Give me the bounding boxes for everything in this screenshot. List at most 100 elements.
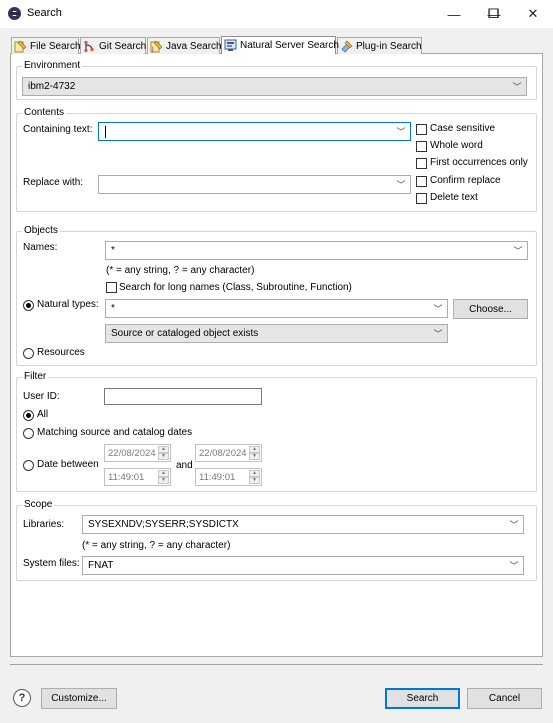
down-arrow-icon[interactable]: ▼ (158, 453, 169, 460)
chevron-down-icon (396, 126, 406, 138)
plugin-search-icon (340, 40, 353, 53)
up-arrow-icon[interactable]: ▲ (158, 446, 169, 453)
case-sensitive-checkbox[interactable] (416, 124, 427, 135)
tab-natural-server-search[interactable]: Natural Server Search (221, 36, 339, 54)
tab-file-search[interactable]: File Search (11, 37, 81, 54)
replace-with-label: Replace with: (23, 177, 84, 188)
tab-label: Natural Server Search (240, 40, 339, 51)
tab-java-search[interactable]: J Java Search (147, 37, 222, 54)
objects-label: Objects (22, 225, 60, 236)
tab-git-search[interactable]: Git Search (80, 37, 146, 54)
names-label: Names: (23, 242, 58, 253)
to-time-value: 11:49:01 (199, 471, 236, 483)
date-between-radio[interactable] (23, 460, 34, 471)
names-value: * (111, 245, 115, 256)
down-arrow-icon[interactable]: ▼ (249, 477, 260, 484)
chevron-down-icon (509, 519, 519, 531)
names-hint: (* = any string, ? = any character) (106, 265, 255, 276)
java-search-icon: J (150, 40, 163, 53)
close-button[interactable]: ✕ (513, 0, 553, 28)
scope-label: Scope (22, 499, 55, 510)
long-names-checkbox[interactable] (106, 282, 117, 293)
maximize-button-visible[interactable]: ☐ (473, 0, 513, 28)
long-names-label: Search for long names (Class, Subroutine… (119, 282, 352, 293)
from-time-value: 11:49:01 (108, 471, 145, 483)
tab-label: Java Search (166, 40, 222, 52)
up-arrow-icon[interactable]: ▲ (158, 470, 169, 477)
system-files-combo[interactable]: FNAT (82, 556, 524, 575)
resources-label: Resources (37, 347, 85, 358)
matching-dates-label: Matching source and catalog dates (37, 427, 193, 438)
text-caret (105, 126, 106, 138)
spinner-arrows[interactable]: ▲ ▼ (249, 470, 260, 484)
containing-text-combo[interactable] (98, 122, 411, 141)
chevron-down-icon (396, 179, 406, 191)
confirm-replace-label: Confirm replace (430, 175, 501, 186)
up-arrow-icon[interactable]: ▲ (249, 446, 260, 453)
libraries-label: Libraries: (23, 519, 65, 530)
libraries-combo[interactable]: SYSEXNDV;SYSERR;SYSDICTX (82, 515, 524, 534)
choose-button[interactable]: Choose... (453, 299, 528, 319)
matching-dates-radio[interactable] (23, 428, 34, 439)
names-combo[interactable]: * (105, 241, 528, 260)
svg-text:J: J (151, 46, 154, 53)
search-button[interactable]: Search (385, 688, 460, 709)
confirm-replace-checkbox[interactable] (416, 176, 427, 187)
tab-label: Plug-in Search (356, 40, 422, 52)
chevron-down-icon (433, 328, 443, 340)
spinner-arrows[interactable]: ▲ ▼ (158, 446, 169, 460)
tab-label: Git Search (99, 40, 147, 52)
whole-word-checkbox[interactable] (416, 141, 427, 152)
chevron-down-icon (512, 81, 522, 93)
to-date-spinner[interactable]: 22/08/2024 ▲ ▼ (195, 444, 262, 462)
to-time-spinner[interactable]: 11:49:01 ▲ ▼ (195, 468, 262, 486)
minimize-button-visible[interactable]: — (434, 0, 474, 28)
delete-text-checkbox[interactable] (416, 193, 427, 204)
file-search-icon (14, 40, 27, 53)
filter-label: Filter (22, 371, 49, 382)
system-files-label: System files: (23, 558, 80, 569)
to-date-value: 22/08/2024 (199, 447, 247, 459)
first-occurrences-label: First occurrences only (430, 157, 528, 168)
tab-label: File Search (30, 40, 81, 52)
user-id-input[interactable] (104, 388, 262, 405)
spinner-arrows[interactable]: ▲ ▼ (249, 446, 260, 460)
help-icon[interactable]: ? (13, 689, 31, 707)
from-date-spinner[interactable]: 22/08/2024 ▲ ▼ (104, 444, 171, 462)
up-arrow-icon[interactable]: ▲ (249, 470, 260, 477)
environment-value: ibm2-4732 (28, 81, 76, 92)
libraries-hint: (* = any string, ? = any character) (82, 540, 231, 551)
chevron-down-icon (509, 560, 519, 572)
libraries-value: SYSEXNDV;SYSERR;SYSDICTX (88, 519, 239, 530)
environment-combo[interactable]: ibm2-4732 (22, 77, 527, 96)
contents-label: Contents (22, 107, 67, 118)
natural-types-label: Natural types: (37, 299, 99, 310)
case-sensitive-label: Case sensitive (430, 123, 496, 134)
from-time-spinner[interactable]: 11:49:01 ▲ ▼ (104, 468, 171, 486)
down-arrow-icon[interactable]: ▼ (158, 477, 169, 484)
cancel-button[interactable]: Cancel (467, 688, 542, 709)
down-arrow-icon[interactable]: ▼ (249, 453, 260, 460)
first-occurrences-checkbox[interactable] (416, 158, 427, 169)
chevron-down-icon (433, 303, 443, 315)
natural-server-icon (224, 39, 237, 52)
eclipse-icon (8, 7, 21, 20)
environment-label: Environment (22, 60, 83, 71)
footer-separator (10, 664, 543, 665)
replace-with-combo[interactable] (98, 175, 411, 194)
resources-radio[interactable] (23, 348, 34, 359)
natural-types-combo[interactable]: * (105, 299, 448, 318)
spinner-arrows[interactable]: ▲ ▼ (158, 470, 169, 484)
all-label: All (37, 409, 49, 420)
existence-combo[interactable]: Source or cataloged object exists (105, 324, 448, 343)
tab-plugin-search[interactable]: Plug-in Search (337, 37, 422, 54)
user-id-label: User ID: (23, 391, 60, 402)
natural-types-radio[interactable] (23, 300, 34, 311)
chevron-down-icon (513, 245, 523, 257)
window-title: Search (27, 7, 62, 19)
system-files-value: FNAT (88, 560, 114, 571)
containing-text-label: Containing text: (23, 124, 93, 135)
from-date-value: 22/08/2024 (108, 447, 156, 459)
customize-button[interactable]: Customize... (41, 688, 117, 709)
all-radio[interactable] (23, 410, 34, 421)
